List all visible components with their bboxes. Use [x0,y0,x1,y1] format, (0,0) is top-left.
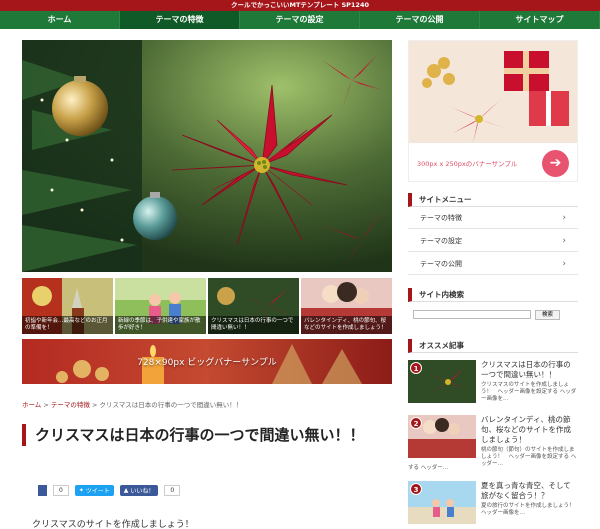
sidebar-item-label: テーマの設定 [420,237,462,245]
rank-badge: 3 [410,483,422,495]
recommend-item[interactable]: 1 クリスマスは日本の行事の一つで間違い無い！！ クリスマスのサイトを作成しまし… [408,360,578,406]
recommend-item[interactable]: 2 バレンタインディ、桃の節句、桜などのサイトを作成しましょう！ 桃の節句（節句… [408,415,578,467]
main-column [22,40,392,272]
sidebar-banner-footer: 300px x 250pxのバナーサンプル ➔ [409,143,577,181]
recommend-excerpt-overflow: する ヘッダー… [408,465,449,471]
global-nav: ホーム テーマの特徴 テーマの設定 テーマの公開 サイトマップ [0,11,600,29]
nav-item-home[interactable]: ホーム [0,11,120,29]
hero-illustration [22,40,392,272]
sidebar-banner-illustration [409,41,577,143]
thumb-caption: 初詣や新年会…最高などのお正月の準備を！ [22,316,113,334]
recommend-title: オススメ記事 [408,339,578,353]
chevron-right-icon: › [562,236,566,246]
hero-image[interactable] [22,40,392,272]
recommend-thumb: 2 [408,415,476,458]
sidebar-banner-text: 300px x 250pxのバナーサンプル [417,160,518,168]
recommend-title-text: クリスマスは日本の行事の一つで間違い無い！！ [481,360,571,379]
breadcrumb-category[interactable]: テーマの特徴 [51,401,90,409]
thumb-newyear[interactable]: 初詣や新年会…最高などのお正月の準備を！ [22,278,113,334]
breadcrumb-separator: > [89,401,100,409]
thumb-christmas[interactable]: クリスマスは日本の行事の一つで間違い無い！！ [208,278,299,334]
arrow-right-icon[interactable]: ➔ [542,149,569,177]
like-label: いいね！ [130,488,155,495]
share-buttons: 0 ✦ ツイート ▲ いいね！ 0 [38,485,181,496]
search-button[interactable]: 検索 [535,310,561,320]
nav-item-settings[interactable]: テーマの設定 [240,11,360,29]
like-button[interactable]: ▲ いいね！ [119,485,159,496]
twitter-bird-icon: ✦ [78,487,86,494]
sidebar-item-label: テーマの公開 [420,260,462,268]
thumb-caption: クリスマスは日本の行事の一つで間違い無い！！ [208,316,299,334]
site-search-form: 検索 [413,310,561,320]
sidebar-item-features[interactable]: テーマの特徴 › [408,207,578,229]
thumb-caption: バレンタインディ、桃の節句、桜などのサイトを作成しましょう！ [301,316,392,334]
recommend-text: バレンタインディ、桃の節句、桜などのサイトを作成しましょう！ 桃の節句（節句）の… [481,415,578,467]
sidebar-banner-image [409,41,577,143]
article-intro: クリスマスのサイトを作成しましょう！ [32,520,194,529]
recommend-excerpt: 夏の旅行のサイトを作成しましょう！ ヘッダー画像を… [481,503,581,516]
recommend-item[interactable]: 3 夏を真っ青な青空、そして旅がなく留合う！？ 夏の旅行のサイトを作成しましょう… [408,481,581,527]
sidebar-banner[interactable]: 300px x 250pxのバナーサンプル ➔ [408,40,578,182]
big-banner-label: 728×90px ビッグバナーサンプル [137,358,277,368]
thumb-caption: 新緑の季節は、子供達や家族が散歩が好き！ [115,316,206,334]
recommend-thumb: 3 [408,481,476,524]
site-search-title: サイト内検索 [408,288,578,302]
recommend-excerpt: 桃の節句（節句）のサイトを作成しましょう！ ヘッダー画像を設定する ヘッダー… [481,447,577,467]
top-banner: クールでかっこいいMTテンプレート SP1240 [0,0,600,11]
recommend-text: 夏を真っ青な青空、そして旅がなく留合う！？ 夏の旅行のサイトを作成しましょう！ … [481,481,581,527]
nav-item-features[interactable]: テーマの特徴 [120,11,240,29]
recommend-excerpt: クリスマスのサイトを作成しましょう！ ヘッダー画像を設定する ヘッダー画像を… [481,382,577,402]
tweet-button[interactable]: ✦ ツイート [74,485,114,496]
sidebar-item-label: テーマの特徴 [420,214,462,222]
breadcrumb-separator: > [41,401,51,409]
like-count: 0 [164,485,181,496]
facebook-share-count: 0 [53,485,69,496]
breadcrumb-current: クリスマスは日本の行事の一つで間違い無い！！ [99,401,243,409]
nav-item-sitemap[interactable]: サイトマップ [480,11,600,29]
thumb-valentine[interactable]: バレンタインディ、桃の節句、桜などのサイトを作成しましょう！ [301,278,392,334]
recommend-thumb: 1 [408,360,476,403]
tweet-label: ツイート [85,488,110,495]
chevron-right-icon: › [562,213,566,223]
facebook-share-icon[interactable] [38,485,47,496]
breadcrumb: ホーム > テーマの特徴 > クリスマスは日本の行事の一つで間違い無い！！ [22,399,242,409]
sidebar-item-settings[interactable]: テーマの設定 › [408,230,578,252]
featured-thumbs: 初詣や新年会…最高などのお正月の準備を！ 新緑の季節は、子供達や家族が散歩が好き… [22,278,392,334]
chevron-right-icon: › [562,259,566,269]
big-banner[interactable]: 728×90px ビッグバナーサンプル [22,339,392,384]
recommend-text: クリスマスは日本の行事の一つで間違い無い！！ クリスマスのサイトを作成しましょう… [481,360,578,406]
site-menu-title: サイトメニュー [408,193,578,207]
breadcrumb-home[interactable]: ホーム [22,401,41,409]
nav-item-publish[interactable]: テーマの公開 [360,11,480,29]
sidebar-item-publish[interactable]: テーマの公開 › [408,253,578,275]
recommend-title-text: バレンタインディ、桃の節句、桜などのサイトを作成しましょう！ [481,415,571,444]
thumb-spring[interactable]: 新緑の季節は、子供達や家族が散歩が好き！ [115,278,206,334]
article-title: クリスマスは日本の行事の一つで間違い無い！！ [22,424,392,446]
recommend-title-text: 夏を真っ青な青空、そして旅がなく留合う！？ [481,481,571,500]
site-title: クールでかっこいいMTテンプレート SP1240 [230,1,369,9]
search-input[interactable] [413,310,531,319]
rank-badge: 2 [410,417,422,429]
rank-badge: 1 [410,362,422,374]
